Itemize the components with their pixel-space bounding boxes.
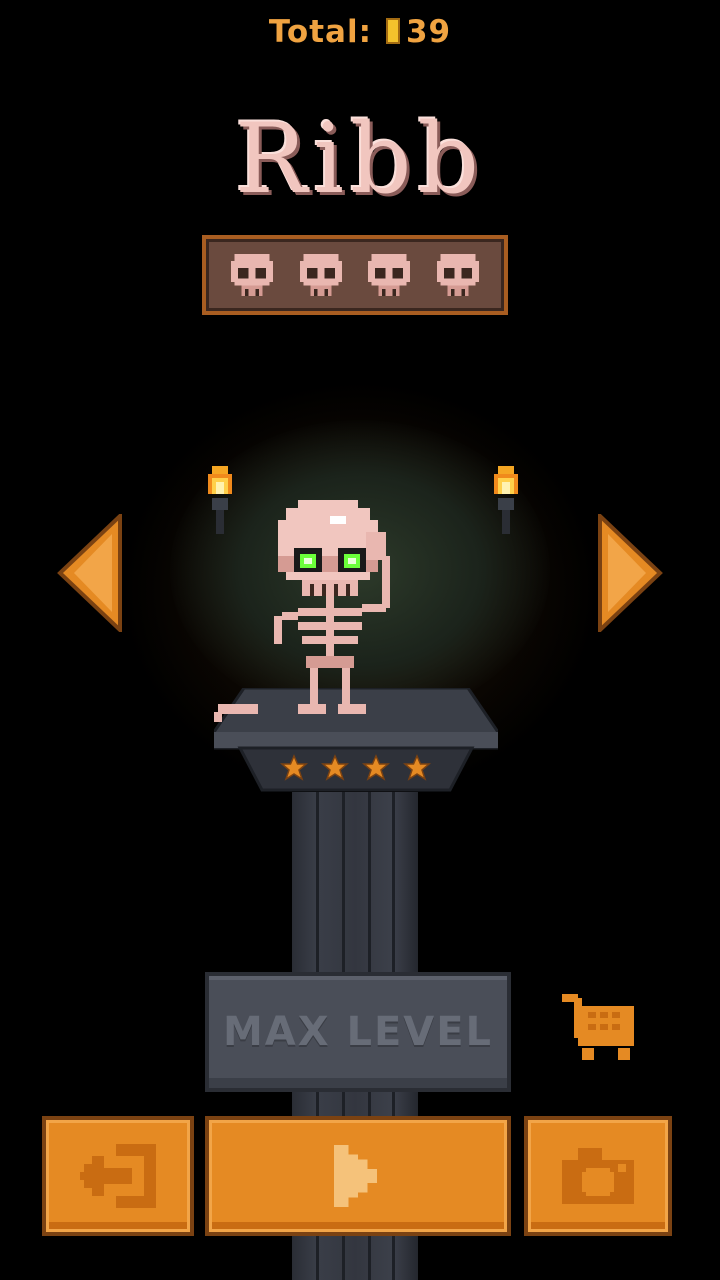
camera-icon <box>562 1148 634 1204</box>
skull-icon <box>231 254 274 296</box>
skull-icon <box>299 254 342 296</box>
coin-icon <box>385 18 400 44</box>
exit-button[interactable] <box>42 1116 194 1236</box>
camera-button[interactable] <box>524 1116 672 1236</box>
next-character-arrow[interactable] <box>594 514 664 632</box>
previous-character-arrow[interactable] <box>56 514 126 632</box>
character-select-screen: Total: 39 Ribb MAX LEVEL <box>0 0 720 1280</box>
play-button[interactable] <box>205 1116 511 1236</box>
skull-icon <box>368 254 411 296</box>
shopping-cart-icon[interactable] <box>562 990 638 1062</box>
play-icon <box>334 1145 378 1207</box>
torch-icon <box>494 466 518 534</box>
exit-icon <box>80 1144 156 1208</box>
coin-total: Total: 39 <box>0 14 720 50</box>
character-name: Ribb <box>235 103 485 215</box>
skull-icon <box>436 254 479 296</box>
max-level-button: MAX LEVEL <box>205 972 511 1092</box>
total-label: Total: <box>268 14 372 50</box>
skeleton-character <box>214 500 390 722</box>
total-value: 39 <box>405 14 452 50</box>
level-skull-panel <box>202 235 508 315</box>
